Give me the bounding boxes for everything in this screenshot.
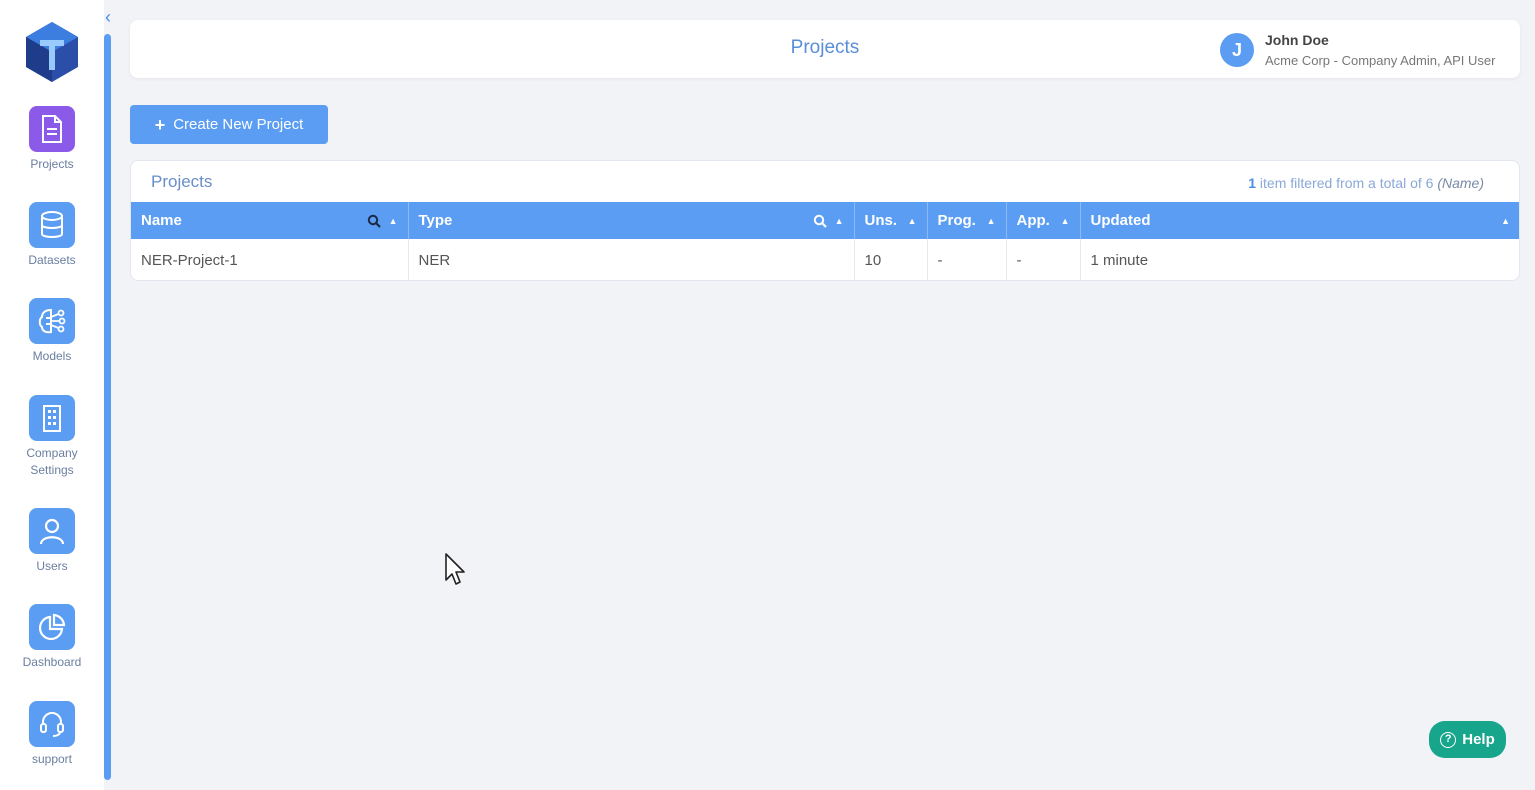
sidebar-item-projects[interactable]: Projects: [0, 106, 104, 173]
panel-title: Projects: [151, 172, 213, 191]
sidebar-item-company-settings[interactable]: Company Settings: [0, 395, 104, 479]
sort-asc-icon[interactable]: ▲: [1061, 216, 1070, 226]
cell-app: -: [1006, 239, 1081, 280]
projects-table: Name ▲ Type ▲ Uns. ▲ Prog. ▲ App. ▲ Upda…: [131, 202, 1519, 280]
top-header: Projects J John Doe Acme Corp - Company …: [130, 20, 1520, 78]
cell-updated: 1 minute: [1090, 251, 1149, 269]
headset-icon: [29, 701, 75, 747]
sidebar-item-dashboard[interactable]: Dashboard: [0, 604, 104, 671]
filter-field: (Name): [1437, 175, 1484, 191]
column-label: Updated: [1090, 212, 1151, 229]
column-label: Uns.: [864, 212, 898, 229]
column-label: App.: [1016, 212, 1050, 229]
filter-summary: 1 item filtered from a total of 6 (Name): [1248, 175, 1484, 191]
user-role: Acme Corp - Company Admin, API User: [1265, 53, 1496, 68]
column-header-prog[interactable]: Prog. ▲: [927, 202, 1007, 239]
pie-chart-icon: [29, 604, 75, 650]
search-icon[interactable]: [813, 214, 827, 228]
cell-type: NER: [408, 239, 855, 280]
column-header-app[interactable]: App. ▲: [1006, 202, 1081, 239]
sidebar-item-support[interactable]: support: [0, 701, 104, 768]
database-icon: [29, 202, 75, 248]
sort-asc-icon[interactable]: ▲: [1501, 216, 1510, 226]
mouse-cursor-icon: [445, 553, 465, 585]
question-circle-icon: ?: [1440, 731, 1457, 748]
sidebar-item-users[interactable]: Users: [0, 508, 104, 575]
column-header-name[interactable]: Name ▲: [131, 202, 409, 239]
sidebar-scrollbar[interactable]: [104, 34, 111, 780]
create-button-label: Create New Project: [173, 116, 304, 133]
sort-asc-icon[interactable]: ▲: [908, 216, 917, 226]
document-icon: [29, 106, 75, 152]
sort-asc-icon[interactable]: ▲: [389, 216, 398, 226]
table-header-row: Name ▲ Type ▲ Uns. ▲ Prog. ▲ App. ▲ Upda…: [131, 202, 1519, 239]
sidebar-item-models[interactable]: Models: [0, 298, 104, 365]
brain-network-icon: [29, 298, 75, 344]
column-label: Prog.: [937, 212, 976, 229]
projects-panel: Projects 1 item filtered from a total of…: [130, 160, 1520, 281]
column-header-uns[interactable]: Uns. ▲: [854, 202, 928, 239]
search-icon[interactable]: [367, 214, 381, 228]
table-row[interactable]: NER-Project-1 NER 10 - - 1 minute: [131, 239, 1519, 280]
column-label: Type: [418, 212, 453, 229]
sort-asc-icon[interactable]: ▲: [987, 216, 996, 226]
user-icon: [29, 508, 75, 554]
column-header-updated[interactable]: Updated ▲: [1080, 202, 1519, 239]
filter-text: item filtered from a total of 6: [1256, 175, 1438, 191]
sidebar-item-label: Users: [36, 559, 68, 573]
cell-name[interactable]: NER-Project-1: [131, 239, 409, 280]
sidebar-item-label: Company Settings: [26, 446, 78, 477]
column-header-type[interactable]: Type ▲: [408, 202, 855, 239]
user-name: John Doe: [1265, 32, 1329, 48]
sidebar-item-label: Models: [32, 349, 72, 363]
app-logo[interactable]: [24, 20, 80, 84]
sort-asc-icon[interactable]: ▲: [835, 216, 844, 226]
create-new-project-button[interactable]: + Create New Project: [130, 105, 328, 144]
sidebar: Projects Datasets Models Company Setting…: [0, 0, 104, 790]
help-button[interactable]: ? Help: [1429, 721, 1506, 758]
sidebar-item-label: Dashboard: [22, 655, 82, 669]
cell-prog: -: [927, 239, 1007, 280]
help-label: Help: [1462, 731, 1495, 748]
sidebar-item-label: Projects: [30, 157, 74, 171]
building-icon: [29, 395, 75, 441]
plus-icon: +: [154, 114, 166, 135]
avatar[interactable]: J: [1220, 33, 1254, 67]
sidebar-item-datasets[interactable]: Datasets: [0, 202, 104, 269]
chevron-left-icon[interactable]: ‹: [100, 8, 116, 26]
column-label: Name: [141, 212, 182, 229]
sidebar-item-label: support: [31, 752, 73, 766]
sidebar-item-label: Datasets: [28, 253, 76, 267]
filter-count: 1: [1248, 175, 1257, 191]
cell-uns: 10: [854, 239, 928, 280]
